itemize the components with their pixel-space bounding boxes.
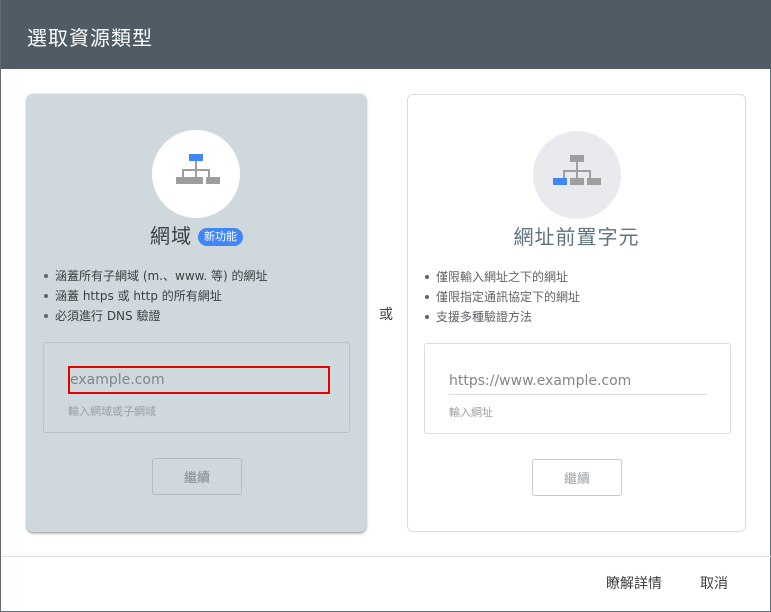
domain-continue-button[interactable]: 繼續 [152,458,242,495]
domain-card[interactable]: 網域 新功能 涵蓋所有子網域 (m.、www. 等) 的網址 涵蓋 https 或… [27,94,366,532]
url-prefix-feature-list: 僅限輸入網址之下的網址 僅限指定通訊協定下的網址 支援多種驗證方法 [424,267,580,327]
domain-icon-circle [152,130,240,218]
url-prefix-input[interactable] [449,368,707,395]
domain-input-box: 輸入網域或子網域 [43,342,350,433]
new-feature-badge: 新功能 [198,228,243,246]
list-item: 必須進行 DNS 驗證 [43,306,267,326]
domain-input[interactable] [68,366,330,394]
domain-input-helper: 輸入網域或子網域 [68,405,156,418]
domain-heading-text: 網域 [150,224,192,248]
sitemap-icon [176,154,220,184]
select-property-type-dialog: 選取資源類型 網域 新功能 涵蓋所有子網域 (m.、www. 等) 的網址 涵蓋 … [0,0,771,612]
url-prefix-heading: 網址前置字元 [513,225,640,249]
or-separator: 或 [379,307,393,323]
dialog-titlebar: 選取資源類型 [1,0,771,69]
sitemap-icon [553,155,601,185]
footer-divider [1,556,771,557]
url-prefix-input-box: 輸入網址 [424,343,731,434]
domain-heading: 網域 新功能 [27,223,366,249]
learn-more-button[interactable]: 瞭解詳情 [606,573,662,593]
dialog-title: 選取資源類型 [27,26,153,50]
list-item: 支援多種驗證方法 [424,307,580,327]
cancel-button[interactable]: 取消 [700,573,728,593]
list-item: 涵蓋所有子網域 (m.、www. 等) 的網址 [43,266,267,286]
url-prefix-card[interactable]: 網址前置字元 僅限輸入網址之下的網址 僅限指定通訊協定下的網址 支援多種驗證方法… [407,94,746,532]
url-prefix-continue-button[interactable]: 繼續 [532,459,622,496]
domain-feature-list: 涵蓋所有子網域 (m.、www. 等) 的網址 涵蓋 https 或 http … [43,266,267,326]
list-item: 涵蓋 https 或 http 的所有網址 [43,286,267,306]
list-item: 僅限指定通訊協定下的網址 [424,287,580,307]
url-prefix-input-helper: 輸入網址 [449,406,493,419]
list-item: 僅限輸入網址之下的網址 [424,267,580,287]
url-prefix-icon-circle [533,131,621,219]
